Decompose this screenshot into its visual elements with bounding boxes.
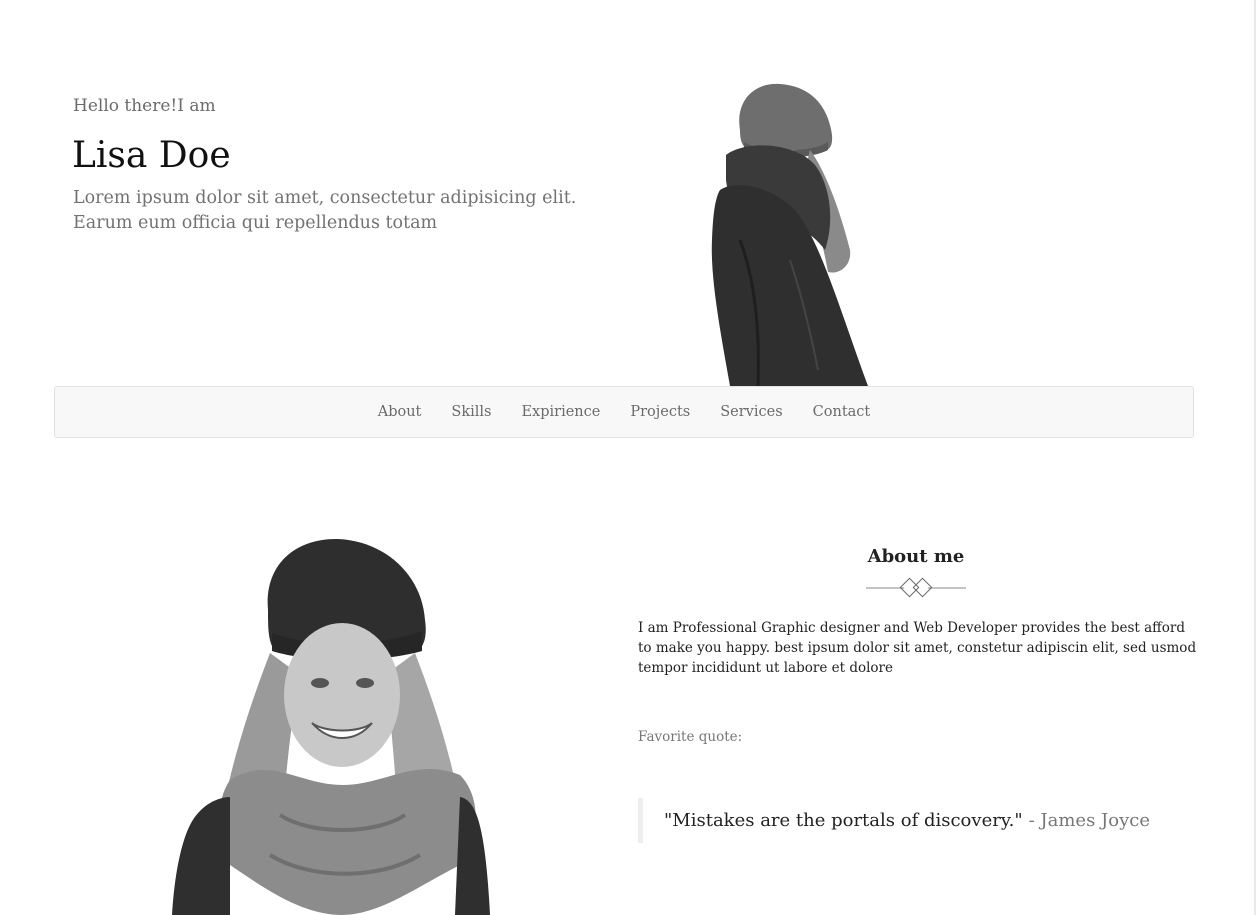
about-portrait-image <box>172 538 490 915</box>
nav-item-about[interactable]: About <box>378 404 422 420</box>
hero-name: Lisa Doe <box>72 135 231 176</box>
favorite-quote-label: Favorite quote: <box>638 729 743 745</box>
about-title: About me <box>867 546 965 567</box>
quote-text: "Mistakes are the portals of discovery." <box>664 810 1023 831</box>
hero-person-image <box>711 83 868 386</box>
about-description: I am Professional Graphic designer and W… <box>638 620 1197 676</box>
nav-item-expirience[interactable]: Expirience <box>521 404 600 420</box>
quote-author: - James Joyce <box>1028 810 1150 831</box>
nav-item-contact[interactable]: Contact <box>813 404 871 420</box>
main-nav: About Skills Expirience Projects Service… <box>54 386 1194 438</box>
nav-item-skills[interactable]: Skills <box>451 404 491 420</box>
hero-intro: Lorem ipsum dolor sit amet, consectetur … <box>73 188 577 233</box>
divider-ornament-icon <box>866 577 966 598</box>
nav-item-projects[interactable]: Projects <box>630 404 690 420</box>
hero-section: Hello there!I am Lisa Doe Lorem ipsum do… <box>0 0 1256 386</box>
hero-greeting: Hello there!I am <box>73 96 216 116</box>
favorite-quote: "Mistakes are the portals of discovery."… <box>638 798 1150 843</box>
nav-item-services[interactable]: Services <box>720 404 782 420</box>
